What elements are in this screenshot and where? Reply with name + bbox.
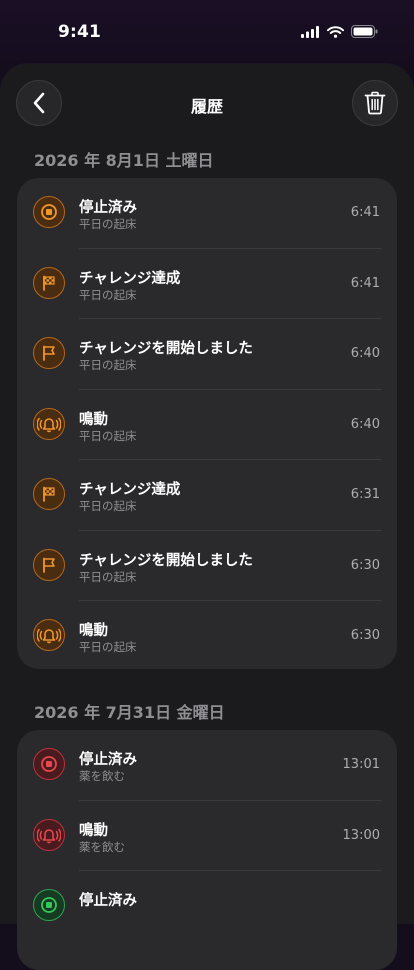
trash-icon <box>364 91 386 115</box>
checkered-flag-icon <box>33 266 65 299</box>
history-row[interactable]: チャレンジを開始しました 平日の起床 6:40 <box>17 319 397 390</box>
stop-icon <box>33 889 65 921</box>
history-row[interactable]: 停止済み 薬を飲む 13:01 <box>17 730 397 801</box>
history-row-time: 6:40 <box>350 346 380 361</box>
status-icons <box>301 25 378 38</box>
history-row[interactable]: 停止済み 平日の起床 6:41 <box>17 178 397 249</box>
history-row-title: チャレンジを開始しました <box>79 341 253 357</box>
history-row-time: 6:41 <box>350 275 380 291</box>
ringing-bell-icon <box>33 619 65 651</box>
flag-icon <box>33 548 65 581</box>
battery-icon <box>351 25 378 38</box>
history-row-alarm-name: 平日の起床 <box>79 287 137 302</box>
wifi-icon <box>327 25 344 38</box>
history-row[interactable]: 鳴動 薬を飲む 13:00 <box>17 801 397 871</box>
history-row-alarm-name: 平日の起床 <box>79 358 137 372</box>
history-row-title: 停止済み <box>79 200 137 216</box>
history-card-1: 停止済み 薬を飲む 13:01 鳴動 薬を飲む 13:00 停止済み <box>17 730 397 970</box>
history-row-title: 鳴動 <box>79 822 108 839</box>
history-row-title: チャレンジ達成 <box>79 482 181 498</box>
history-row-alarm-name: 平日の起床 <box>79 569 137 584</box>
history-row-title: チャレンジ達成 <box>79 270 181 287</box>
history-row-alarm-name: 平日の起床 <box>79 640 137 654</box>
ringing-bell-icon <box>33 818 65 851</box>
flag-icon <box>33 337 65 369</box>
history-row-title: チャレンジを開始しました <box>79 552 253 569</box>
history-row-time: 6:31 <box>350 487 380 502</box>
ringing-bell-icon <box>33 407 65 440</box>
history-row-time: 13:01 <box>342 757 380 772</box>
history-row-time: 6:41 <box>350 205 380 220</box>
history-row-time: 13:00 <box>342 827 380 843</box>
history-row[interactable]: 鳴動 平日の起床 6:30 <box>17 601 397 669</box>
section-date-header: 2026 年 7月31日 金曜日 <box>34 703 225 722</box>
history-row-alarm-name: 薬を飲む <box>79 839 125 854</box>
stop-icon <box>33 748 65 780</box>
history-row-time: 6:30 <box>350 628 380 643</box>
section-date-header: 2026 年 8月1日 土曜日 <box>34 151 214 170</box>
history-row-title: 停止済み <box>79 752 137 768</box>
status-bar: 9:41 <box>0 0 414 64</box>
cellular-signal-icon <box>301 25 319 38</box>
history-row-alarm-name: 平日の起床 <box>79 428 137 443</box>
history-row-title: 鳴動 <box>79 411 108 428</box>
history-row-alarm-name: 薬を飲む <box>79 769 125 783</box>
history-row-alarm-name: 平日の起床 <box>79 217 137 231</box>
history-row-title: 鳴動 <box>79 623 108 639</box>
history-card-0: 停止済み 平日の起床 6:41 チャレンジ達成 平日の起床 6:41 チャレンジを開始しまし… <box>17 178 397 669</box>
history-row[interactable]: チャレンジ達成 平日の起床 6:31 <box>17 460 397 531</box>
history-row-alarm-name: 平日の起床 <box>79 499 137 513</box>
history-row[interactable]: 停止済み <box>17 871 397 942</box>
stop-icon <box>33 196 65 228</box>
history-row[interactable]: 鳴動 平日の起床 6:40 <box>17 390 397 460</box>
history-row[interactable]: チャレンジ達成 平日の起床 6:41 <box>17 249 397 319</box>
history-row[interactable]: チャレンジを開始しました 平日の起床 6:30 <box>17 531 397 601</box>
history-row-time: 6:40 <box>350 416 380 432</box>
checkered-flag-icon <box>33 478 65 510</box>
delete-history-button[interactable] <box>352 80 398 126</box>
status-time: 9:41 <box>58 22 102 42</box>
history-row-time: 6:30 <box>350 557 380 573</box>
